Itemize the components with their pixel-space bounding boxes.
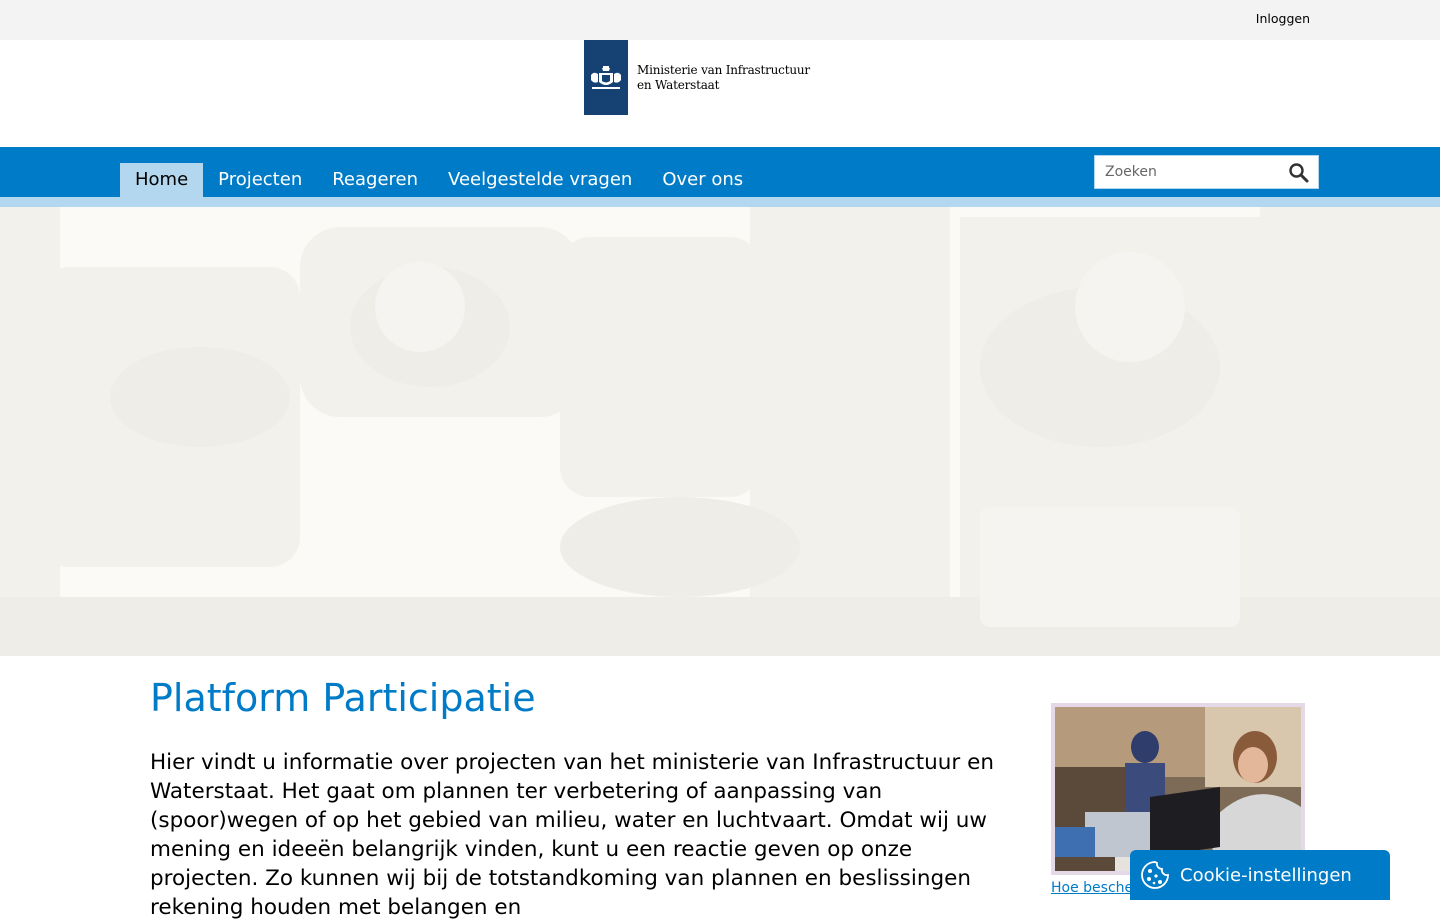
page-title: Platform Participatie xyxy=(150,676,536,720)
ministry-name-line2: en Waterstaat xyxy=(637,77,720,92)
search-input[interactable] xyxy=(1095,156,1283,188)
nav-item-projecten[interactable]: Projecten xyxy=(203,163,317,197)
cookie-settings-label: Cookie-instellingen xyxy=(1180,864,1352,886)
coat-of-arms-icon xyxy=(584,40,628,115)
nav-item-reageren[interactable]: Reageren xyxy=(317,163,433,197)
nav-item-veelgestelde-vragen[interactable]: Veelgestelde vragen xyxy=(433,163,647,197)
cookie-icon xyxy=(1140,860,1170,890)
login-link[interactable]: Inloggen xyxy=(1256,11,1310,26)
search-icon[interactable] xyxy=(1288,162,1310,184)
cookie-settings-button[interactable]: Cookie-instellingen xyxy=(1130,850,1390,900)
top-bar: Inloggen xyxy=(0,0,1440,40)
ministry-logo[interactable]: Ministerie van Infrastructuur en Waterst… xyxy=(584,40,810,115)
intro-text: Hier vindt u informatie over projecten v… xyxy=(150,750,994,920)
hero-image xyxy=(0,207,1440,656)
nav-items: Home Projecten Reageren Veelgestelde vra… xyxy=(120,163,758,197)
nav-item-home[interactable]: Home xyxy=(120,163,204,197)
nav-accent-strip xyxy=(0,197,1440,207)
ministry-name-line1: Ministerie van Infrastructuur xyxy=(637,62,810,77)
nav-item-over-ons[interactable]: Over ons xyxy=(647,163,758,197)
students-photo xyxy=(1055,707,1301,871)
sidebar-link[interactable]: Hoe bescher xyxy=(1051,880,1139,896)
main-navigation: Home Projecten Reageren Veelgestelde vra… xyxy=(0,147,1440,197)
ministry-name: Ministerie van Infrastructuur en Waterst… xyxy=(637,63,810,93)
search-box xyxy=(1094,155,1319,189)
